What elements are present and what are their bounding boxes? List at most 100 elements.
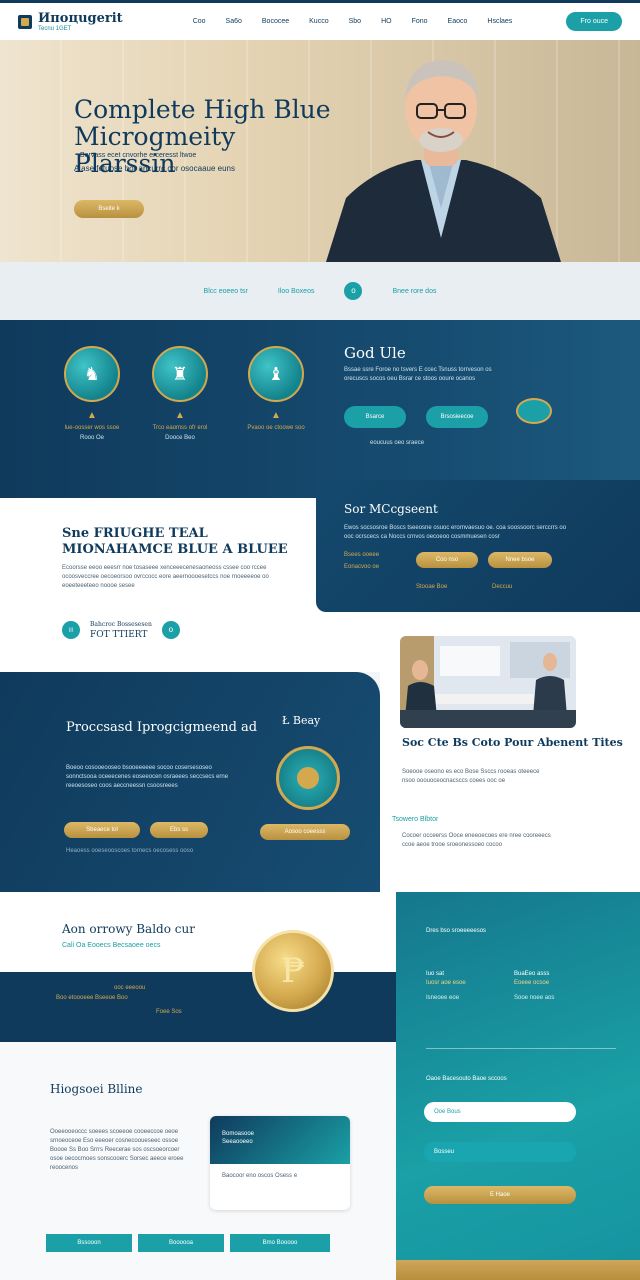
arrow-icon: ▲ xyxy=(271,410,281,421)
col-1-value: Iuosr aoe esoe xyxy=(426,980,466,986)
office-meeting-image xyxy=(400,636,576,728)
nav-links: Coo Sa6o Bococee Kucco Sbo HO Fono Eaoco… xyxy=(193,18,513,25)
strip-left[interactable]: Blcc eoeeo tsr xyxy=(204,288,248,295)
panel-col-1: Iuo sat Iuosr aoe esoe Isneoee eoe xyxy=(426,970,516,1003)
feature-label: lue-oosser wos ssoe xyxy=(64,425,120,431)
section-link-row: ıı Bahcroc Bossesesen FOT TTIERT o xyxy=(62,620,180,640)
card-note-1: Bsees ooeee xyxy=(344,552,380,558)
tab[interactable]: Boooooa xyxy=(138,1234,224,1252)
bishop-icon: ♝ xyxy=(248,346,304,402)
features-title: God Ule xyxy=(344,344,406,362)
nav-link[interactable]: Coo xyxy=(193,18,206,25)
coin-band: Boo etoooeee Bseeoe Boo ooc eeeoou Foee … xyxy=(0,972,396,1042)
right-text: Soeooe oseono es eco Bose Ssccs rooeas o… xyxy=(402,769,540,784)
feature-sublabel: Rooo Oe xyxy=(79,435,104,441)
arrow-icon: ▲ xyxy=(175,410,185,421)
coin-band-text-2: ooc eeeoou xyxy=(114,985,146,991)
label-bottom: FOT TTIERT xyxy=(90,630,148,640)
program-section: Proccsasd Iprogcigmeend ad Ł Beay Boeoo … xyxy=(0,672,380,892)
program-button-2[interactable]: Ebs ss xyxy=(150,822,208,838)
email-field[interactable]: Bosseu xyxy=(424,1142,576,1162)
submit-button[interactable]: E Haoe xyxy=(424,1186,576,1204)
program-text: Boeoo cosooeooseo bsooeeeeee socoo coser… xyxy=(66,765,229,789)
features-button-2[interactable]: Brsosieecoe xyxy=(426,406,488,428)
hero: Complete High Blue Microgmeity Plarssin … xyxy=(0,40,640,262)
hero-subtitle: Borvass ecet cnvorhe erceresst ltwoe xyxy=(80,152,197,159)
feature-sublabel: Dooce Beo xyxy=(165,435,195,441)
program-side-title: Ł Beay xyxy=(282,714,321,727)
contact-panel: Dres bso sroeeeeesos Iuo sat Iuosr aoe e… xyxy=(396,892,640,1280)
program-button-3[interactable]: Aosoo coeesss xyxy=(260,824,350,840)
bottom-section: Hiogsoei Blline Ooeeooeoccc soeees scoee… xyxy=(0,1042,396,1280)
col-2-note: Sooe noee aos xyxy=(514,995,555,1001)
tab[interactable]: Bssooon xyxy=(46,1234,132,1252)
top-nav: Ипоцugerit Tecnu 1GET Coo Sa6o Bococee K… xyxy=(0,0,640,40)
mini-card[interactable]: Bomoasooe Seeaooeeo Baocoor eno oscos Os… xyxy=(210,1116,350,1210)
right-link[interactable]: Tsowero Blbtor xyxy=(392,816,438,823)
features-button-1[interactable]: Bsarce xyxy=(344,406,406,428)
nav-link[interactable]: Bococee xyxy=(262,18,289,25)
nav-link[interactable]: Sa6o xyxy=(226,18,242,25)
form-question: Oaoe Bacesouto Baoe sccoos xyxy=(426,1076,507,1082)
ring-icon[interactable] xyxy=(516,398,552,424)
logo-title: Ипоцugerit xyxy=(38,10,123,26)
features-foot: eoucuus oeo sraece xyxy=(370,440,425,446)
knight-icon: ♞ xyxy=(64,346,120,402)
card-link-2[interactable]: Deccuu xyxy=(492,584,512,590)
feature-item[interactable]: ♜ ▲ Trco eaomss ofr erol Dooce Beo xyxy=(140,346,220,441)
program-foot: Heaoess ooeseooscoes tornecs oecosess oo… xyxy=(66,848,194,854)
tab[interactable]: Bmo Booooo xyxy=(230,1234,330,1252)
logo-sub: Tecnu 1GET xyxy=(38,25,72,32)
panel-header: Dres bso sroeeeeesos xyxy=(426,928,487,934)
mini-card-row: Baocoor eno oscos Osess e xyxy=(222,1173,298,1179)
strip-circle-icon[interactable]: o xyxy=(344,282,363,300)
col-2-value: Eoeee ocsoe xyxy=(514,980,550,986)
nav-cta-button[interactable]: Fro ouce xyxy=(566,12,622,31)
section-link-label[interactable]: Bahcroc Bossesesen FOT TTIERT xyxy=(90,620,152,640)
program-title: Proccsasd Iprogcigmeend ad xyxy=(66,720,258,735)
circle-icon[interactable]: o xyxy=(161,621,180,639)
nav-link[interactable]: HO xyxy=(381,18,392,25)
info-strip: Blcc eoeeo tsr Iloo Boxeos o Bnee rore d… xyxy=(0,262,640,320)
bottom-tabs: Bssooon Boooooa Bmo Booooo xyxy=(46,1234,330,1252)
strip-mid[interactable]: Iloo Boxeos xyxy=(278,288,315,295)
coin-band-text-1: Boo etoooeee Bseeoe Boo xyxy=(56,995,128,1001)
col-2-title: BuaEeo asss xyxy=(514,971,550,977)
coin-icon: ₱ xyxy=(252,930,334,1012)
divider xyxy=(426,1048,616,1049)
nav-link[interactable]: Sbo xyxy=(349,18,361,25)
feature-label: Pvaoo oe ctoowe soo xyxy=(247,425,305,431)
name-field[interactable]: Ooe Bous xyxy=(424,1102,576,1122)
bottom-title: Hiogsoei Blline xyxy=(50,1082,143,1096)
rook-icon: ♜ xyxy=(152,346,208,402)
arrow-icon: ▲ xyxy=(87,410,97,421)
card-title: Sor MCcgseent xyxy=(344,502,438,516)
hero-person-image xyxy=(326,60,561,262)
hero-button[interactable]: Bseite k xyxy=(74,200,144,218)
feature-label: Trco eaomss ofr erol xyxy=(152,425,208,431)
strip-right[interactable]: Bnee rore dos xyxy=(392,288,436,295)
nav-link[interactable]: Hsclaes xyxy=(487,18,512,25)
panel-col-2: BuaEeo asss Eoeee ocsoe Sooe noee aos xyxy=(514,970,604,1003)
section-title: Sne FRIUGHE TEAL MIONAHAMCE BLUE A BLUEE xyxy=(62,526,288,557)
card-gold-button-1[interactable]: Coo nso xyxy=(416,552,478,568)
nav-link[interactable]: Eaoco xyxy=(448,18,468,25)
feature-item[interactable]: ♝ ▲ Pvaoo oe ctoowe soo xyxy=(236,346,316,431)
col-1-note: Isneoee eoe xyxy=(426,995,460,1001)
col-1-title: Iuo sat xyxy=(426,971,445,977)
program-button-1[interactable]: Sbeaece tol xyxy=(64,822,140,838)
feature-item[interactable]: ♞ ▲ lue-oosser wos ssoe Rooo Oe xyxy=(52,346,132,441)
card-text: Ewos socsosroe Boscs tseeosne osuoc eror… xyxy=(344,525,567,540)
nav-link[interactable]: Fono xyxy=(412,18,428,25)
pause-icon[interactable]: ıı xyxy=(62,621,80,639)
coin-subtitle: Cali Oa Eooecs Becsaoee oecs xyxy=(62,942,161,949)
card-gold-button-2[interactable]: Nnee bsoe xyxy=(488,552,552,568)
right-title: Soc Cte Bs Coto Pour Abenent Tites xyxy=(402,736,623,749)
card-link-1[interactable]: Stooae Boe xyxy=(416,584,447,590)
nav-link[interactable]: Kucco xyxy=(309,18,328,25)
mini-card-header: Bomoasooe Seeaooeeo xyxy=(210,1116,350,1164)
management-card: Sor MCcgseent Ewos socsosroe Boscs tseeo… xyxy=(316,480,640,612)
section-text: Ecoorsse eeoo eeesrr noe tosaseee xencee… xyxy=(62,565,269,589)
mini-card-sub: Seeaooeeo xyxy=(222,1139,253,1145)
logo[interactable]: Ипоцugerit Tecnu 1GET xyxy=(18,12,123,32)
